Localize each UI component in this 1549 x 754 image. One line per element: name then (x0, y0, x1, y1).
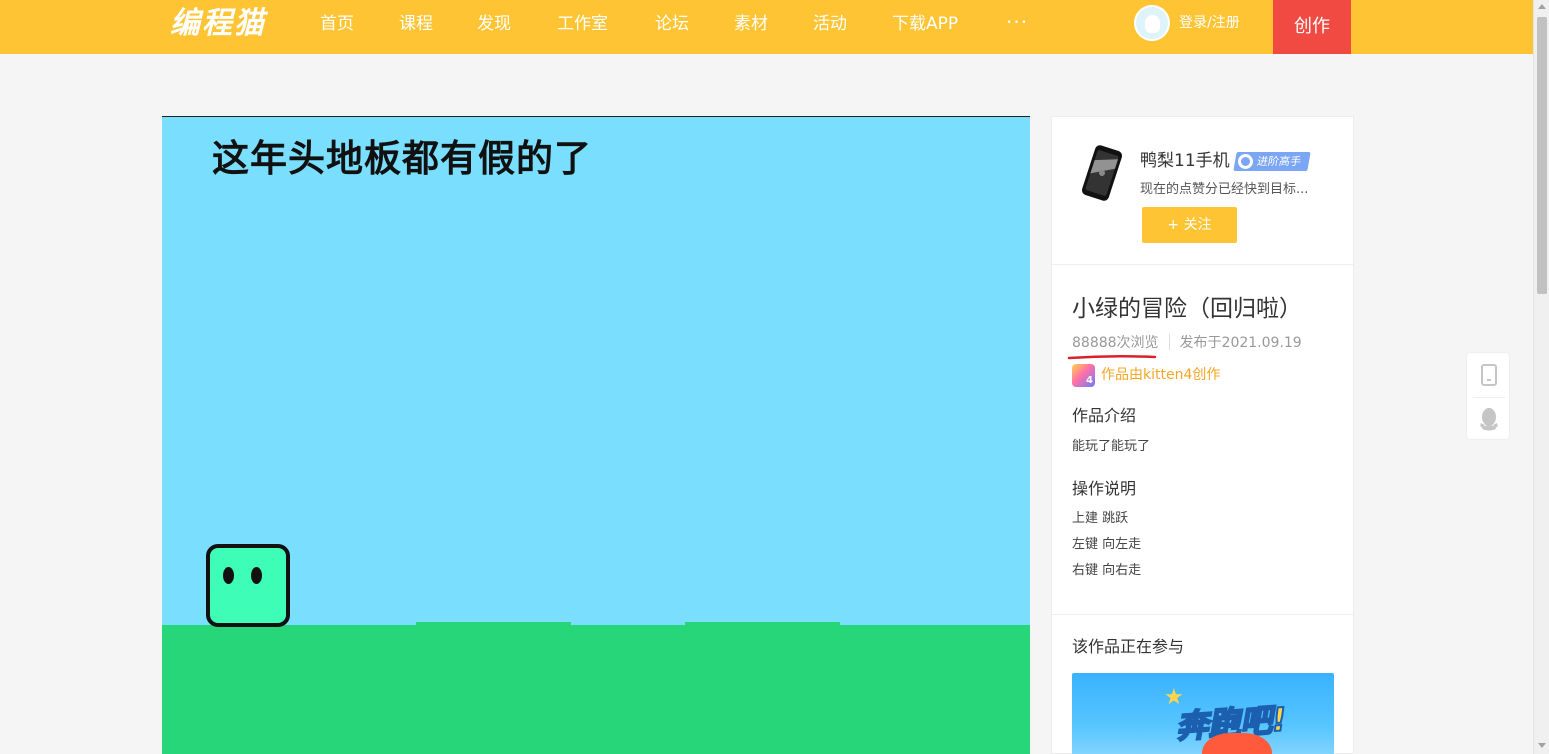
floating-side-tools (1466, 352, 1510, 440)
nav-item-forum[interactable]: 论坛 (655, 13, 689, 35)
nav-item-activities[interactable]: 活动 (813, 13, 847, 35)
kitten4-app-icon (1072, 363, 1095, 387)
green-hero-sprite (206, 544, 290, 627)
user-avatar-icon[interactable] (1134, 5, 1170, 41)
ground-segment (685, 622, 840, 626)
section-divider (1052, 614, 1353, 615)
badge-label: 进阶高手 (1255, 155, 1303, 168)
work-meta: 88888次浏览 发布于2021.09.19 (1072, 334, 1302, 352)
qq-penguin-icon[interactable] (1479, 407, 1499, 431)
follow-button[interactable]: + 关注 (1142, 207, 1237, 243)
scroll-thumb[interactable] (1537, 17, 1547, 294)
participating-heading: 该作品正在参与 (1072, 637, 1185, 656)
intro-text: 能玩了能玩了 (1072, 439, 1151, 454)
event-banner[interactable]: ★ 奔跑吧! (1072, 673, 1334, 754)
nav-item-materials[interactable]: 素材 (734, 13, 768, 35)
work-title: 小绿的冒险（回归啦） (1072, 296, 1302, 322)
scroll-up-arrow-icon[interactable] (1538, 4, 1546, 9)
hero-eye (251, 567, 262, 584)
control-line: 右键 向右走 (1072, 563, 1142, 578)
nav-item-studio[interactable]: 工作室 (557, 13, 608, 35)
top-nav-bar: 编程猫 首页 课程 发现 工作室 论坛 素材 活动 下载APP ··· 登录/注… (0, 0, 1533, 54)
author-description: 现在的点赞分已经快到目标... (1140, 182, 1309, 197)
ground-segment (416, 622, 571, 626)
made-with-kitten-link[interactable]: 作品由kitten4创作 (1072, 363, 1220, 387)
view-count: 88888次浏览 (1072, 335, 1159, 351)
ground (162, 625, 1030, 754)
nav-item-download-app[interactable]: 下载APP (892, 13, 958, 35)
level-badge: 进阶高手 (1233, 152, 1311, 171)
nav-item-courses[interactable]: 课程 (399, 13, 433, 35)
nav-item-home[interactable]: 首页 (320, 13, 354, 35)
control-line: 上建 跳跃 (1072, 511, 1129, 526)
red-underline-annotation (1067, 354, 1157, 360)
badge-shield-icon (1238, 154, 1253, 169)
game-stage[interactable]: 这年头地板都有假的了 (162, 116, 1030, 754)
author-avatar-phone-icon[interactable] (1078, 143, 1126, 203)
author-name[interactable]: 鸭梨11手机 (1140, 150, 1230, 172)
publish-date: 发布于2021.09.19 (1179, 335, 1302, 351)
scroll-down-arrow-icon[interactable] (1538, 743, 1546, 748)
side-tools-divider (1473, 397, 1505, 398)
author-card: 鸭梨11手机 进阶高手 现在的点赞分已经快到目标... + 关注 (1052, 117, 1353, 265)
hero-eye (223, 567, 234, 584)
intro-heading: 作品介绍 (1072, 406, 1137, 425)
controls-heading: 操作说明 (1072, 479, 1137, 498)
work-info-panel: 鸭梨11手机 进阶高手 现在的点赞分已经快到目标... + 关注 小绿的冒险（回… (1051, 116, 1354, 754)
more-menu-icon[interactable]: ··· (1006, 10, 1028, 34)
login-register-link[interactable]: 登录/注册 (1179, 14, 1240, 32)
logo[interactable]: 编程猫 (170, 6, 266, 42)
nav-item-discover[interactable]: 发现 (477, 13, 511, 35)
made-with-label: 作品由kitten4创作 (1101, 367, 1221, 383)
create-button[interactable]: 创作 (1273, 0, 1351, 54)
stage-title-text: 这年头地板都有假的了 (212, 137, 592, 180)
mobile-phone-icon[interactable] (1481, 364, 1497, 386)
page-scrollbar[interactable] (1533, 0, 1549, 754)
control-line: 左键 向左走 (1072, 537, 1142, 552)
meta-divider (1168, 334, 1170, 350)
